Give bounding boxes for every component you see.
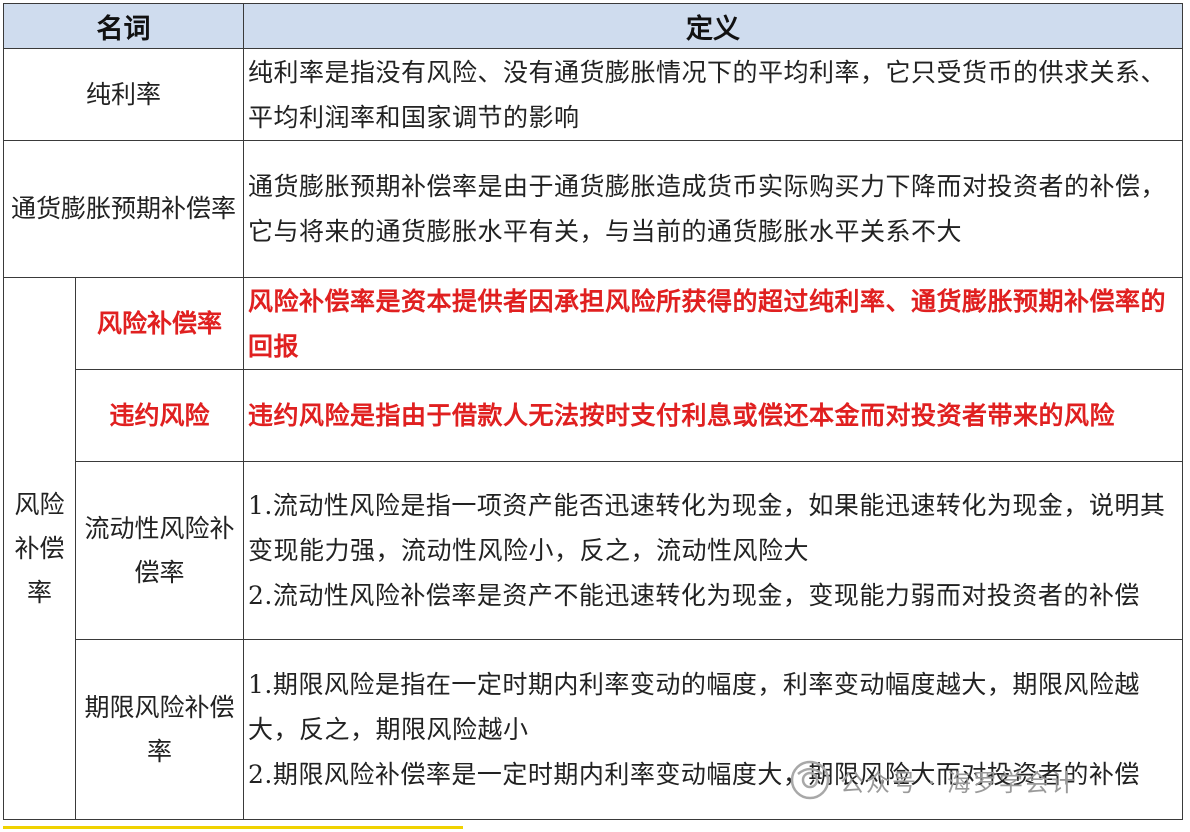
definition-table: 名词 定义 纯利率 纯利率是指没有风险、没有通货膨胀情况下的平均利率，它只受货币… xyxy=(3,3,1183,820)
term-pure-rate: 纯利率 xyxy=(3,48,244,141)
term-liquidity-risk: 流动性风险补偿率 xyxy=(75,461,244,640)
table-row: 违约风险 违约风险是指由于借款人无法按时支付利息或偿还本金而对投资者带来的风险 xyxy=(4,369,1183,462)
bottom-accent-line xyxy=(3,826,463,829)
watermark-text: 公众号 · 海罗学会计 xyxy=(840,768,1077,797)
wechat-icon xyxy=(790,760,830,800)
definition-line-2: 2.流动性风险补偿率是资产不能迅速转化为现金，变现能力弱而对投资者的补偿 xyxy=(248,581,1140,610)
definition-line-1: 1.流动性风险是指一项资产能否迅速转化为现金，如果能迅速转化为现金，说明其变现能… xyxy=(248,491,1166,565)
table-row: 纯利率 纯利率是指没有风险、没有通货膨胀情况下的平均利率，它只受货币的供求关系、… xyxy=(3,48,1183,141)
table-row: 风险补偿率 风险补偿率 风险补偿率是资本提供者因承担风险所获得的超过纯利率、通货… xyxy=(3,277,1183,820)
header-definition: 定义 xyxy=(243,3,1183,49)
definition-default-risk: 违约风险是指由于借款人无法按时支付利息或偿还本金而对投资者带来的风险 xyxy=(243,369,1183,462)
watermark: 公众号 · 海罗学会计 xyxy=(790,760,1077,800)
table-row: 通货膨胀预期补偿率 通货膨胀预期补偿率是由于通货膨胀造成货币实际购买力下降而对投… xyxy=(3,140,1183,278)
risk-group-label: 风险补偿率 xyxy=(3,277,76,820)
term-risk-compensation: 风险补偿率 xyxy=(75,277,244,370)
definition-pure-rate: 纯利率是指没有风险、没有通货膨胀情况下的平均利率，它只受货币的供求关系、平均利润… xyxy=(243,48,1183,141)
table-row: 流动性风险补偿率 1.流动性风险是指一项资产能否迅速转化为现金，如果能迅速转化为… xyxy=(4,461,1183,640)
term-maturity-risk: 期限风险补偿率 xyxy=(75,639,244,820)
definition-line-1: 1.期限风险是指在一定时期内利率变动的幅度，利率变动幅度越大，期限风险越大，反之… xyxy=(248,670,1140,744)
definition-liquidity-risk: 1.流动性风险是指一项资产能否迅速转化为现金，如果能迅速转化为现金，说明其变现能… xyxy=(243,461,1183,640)
definition-inflation: 通货膨胀预期补偿率是由于通货膨胀造成货币实际购买力下降而对投资者的补偿，它与将来… xyxy=(243,140,1183,278)
term-default-risk: 违约风险 xyxy=(75,369,244,462)
term-inflation: 通货膨胀预期补偿率 xyxy=(3,140,244,278)
table-header-row: 名词 定义 xyxy=(3,3,1183,49)
header-term: 名词 xyxy=(3,3,244,49)
definition-risk-compensation: 风险补偿率是资本提供者因承担风险所获得的超过纯利率、通货膨胀预期补偿率的回报 xyxy=(243,277,1183,370)
